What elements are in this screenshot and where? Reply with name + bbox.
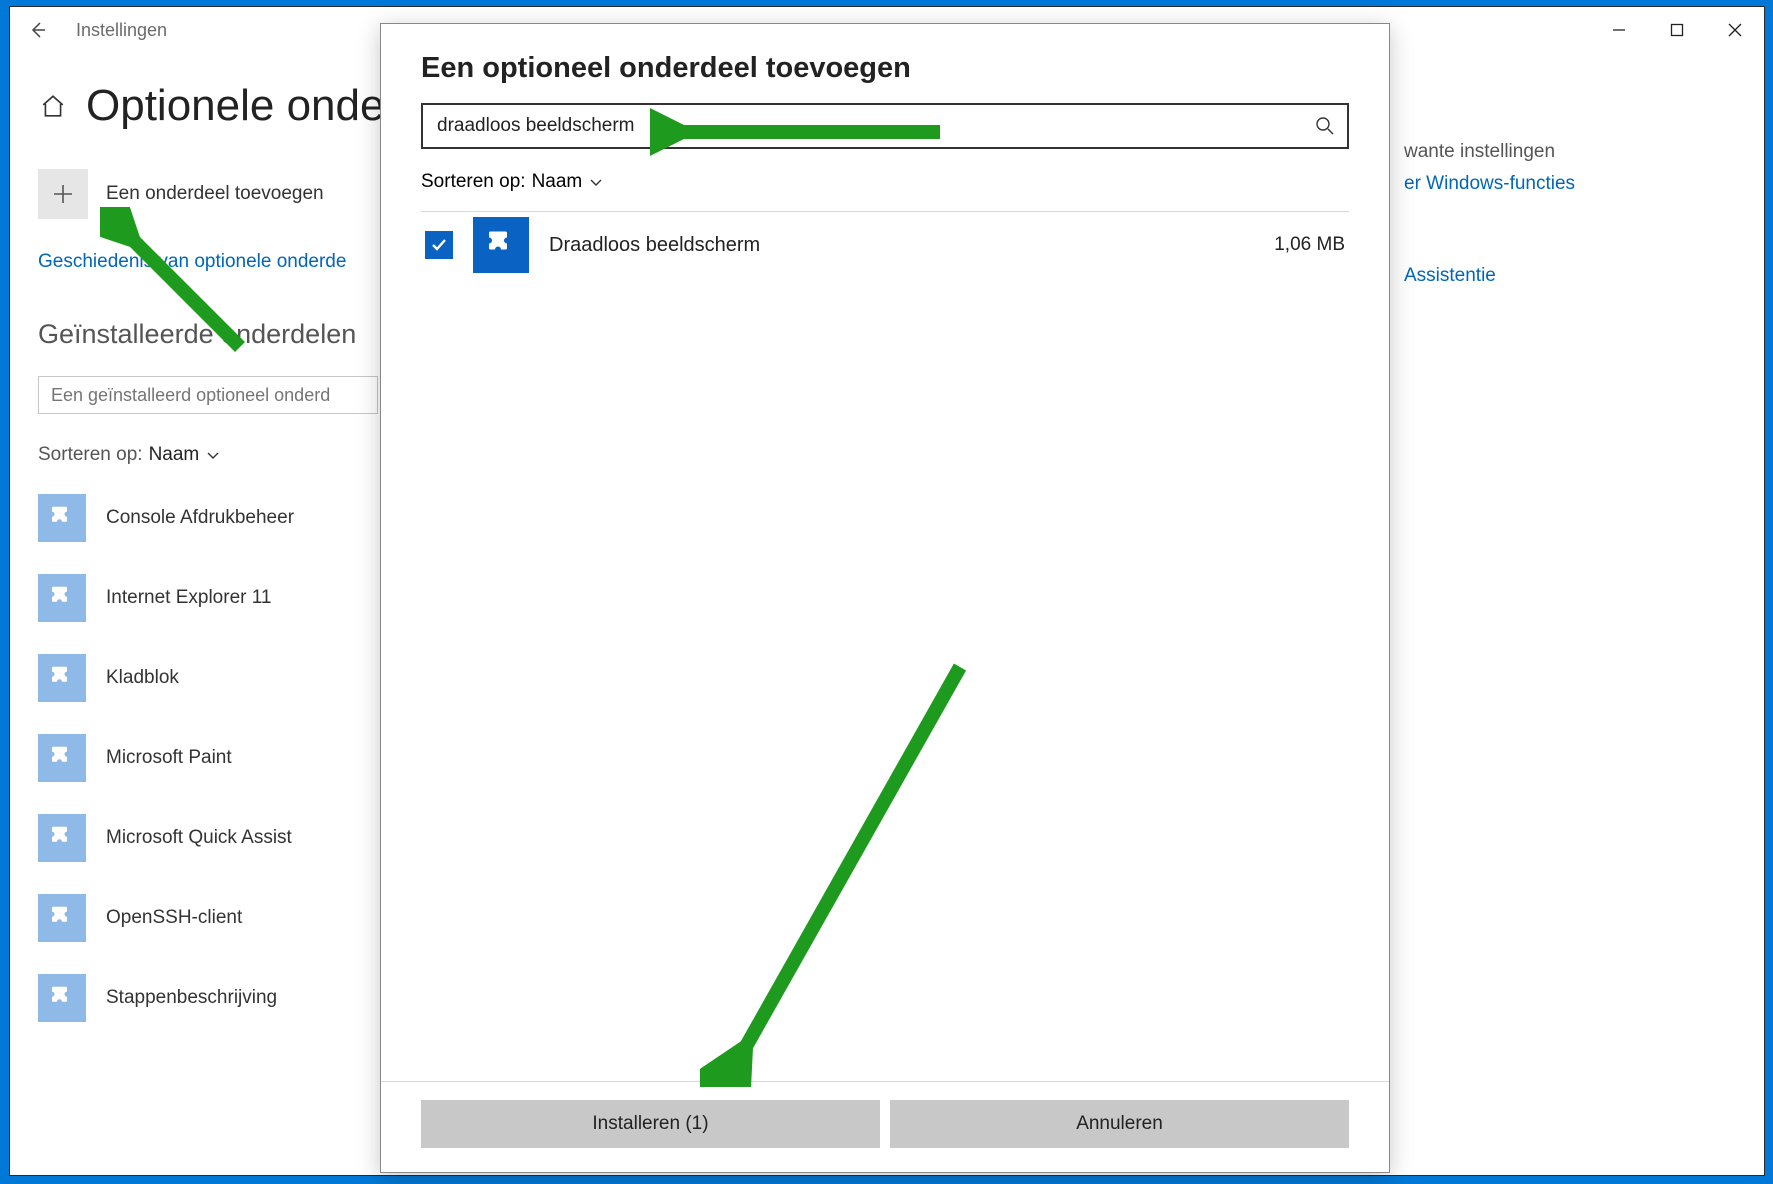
dialog-search-input[interactable] xyxy=(421,103,1349,149)
check-icon xyxy=(429,235,449,255)
dialog-title: Een optioneel onderdeel toevoegen xyxy=(421,52,1349,85)
settings-window: Instellingen Optionele onde Ee xyxy=(9,6,1765,1176)
result-name: Draadloos beeldscherm xyxy=(549,234,760,257)
dialog-backdrop: Een optioneel onderdeel toevoegen Sorter… xyxy=(10,7,1764,1175)
cancel-button[interactable]: Annuleren xyxy=(890,1100,1349,1148)
chevron-down-icon xyxy=(588,174,604,190)
install-button[interactable]: Installeren (1) xyxy=(421,1100,880,1148)
add-feature-dialog: Een optioneel onderdeel toevoegen Sorter… xyxy=(380,23,1390,1173)
search-icon[interactable] xyxy=(1315,116,1335,136)
dialog-button-row: Installeren (1) Annuleren xyxy=(381,1081,1389,1172)
result-checkbox[interactable] xyxy=(425,231,453,259)
dialog-sort-dropdown[interactable]: Sorteren op: Naam xyxy=(421,171,1349,193)
result-size: 1,06 MB xyxy=(1274,234,1345,256)
dialog-sort-label: Sorteren op: xyxy=(421,171,526,193)
feature-icon xyxy=(473,217,529,273)
dialog-sort-value: Naam xyxy=(532,171,583,193)
puzzle-icon xyxy=(483,227,519,263)
result-row[interactable]: Draadloos beeldscherm 1,06 MB xyxy=(421,212,1349,278)
